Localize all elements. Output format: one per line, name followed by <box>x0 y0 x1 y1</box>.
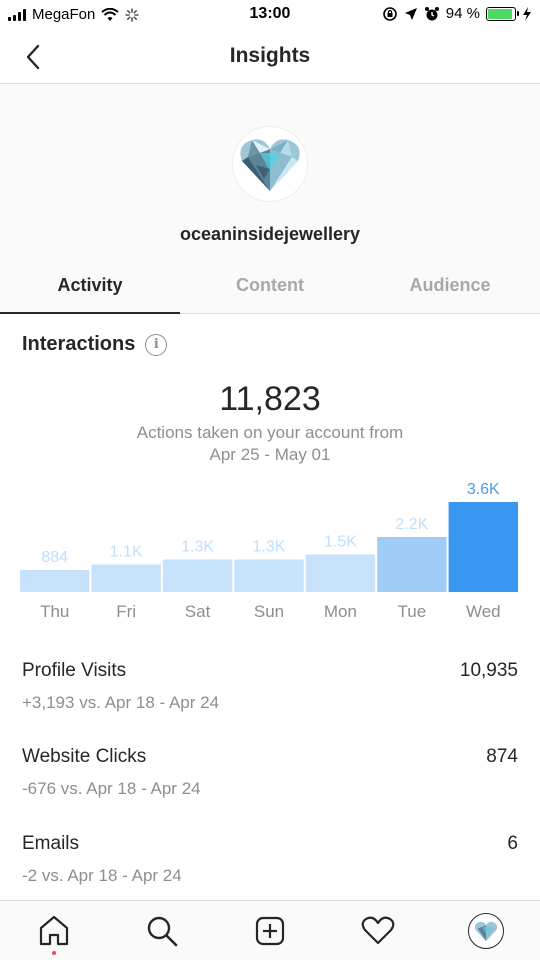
profile-avatar-icon <box>468 912 504 949</box>
metric-comparison: -676 vs. Apr 18 - Apr 24 <box>22 779 201 798</box>
chart-value-label: 2.2K <box>395 516 428 533</box>
chart-bar-sat[interactable] <box>162 559 233 593</box>
add-post-icon <box>255 916 285 945</box>
metric-value: 874 <box>486 746 518 767</box>
metric-comparison: +3,193 vs. Apr 18 - Apr 24 <box>22 693 220 712</box>
home-icon <box>39 915 69 945</box>
battery-icon <box>486 6 519 21</box>
metric-comparison: -2 vs. Apr 18 - Apr 24 <box>22 866 182 885</box>
nav-home[interactable] <box>24 903 84 959</box>
chart-day-label: Wed <box>466 602 501 621</box>
heart-icon <box>361 916 395 944</box>
metric-website-clicks[interactable]: Website Clicks 874 -676 vs. Apr 18 - Apr… <box>22 746 518 826</box>
alarm-icon <box>424 6 439 20</box>
diamond-heart-logo <box>240 139 300 191</box>
chart-value-label: 1.5K <box>324 534 357 551</box>
chart-day-label: Thu <box>40 602 69 621</box>
location-icon <box>404 7 417 20</box>
interactions-subtitle-line1: Actions taken on your account from <box>136 423 404 442</box>
chart-bar-sun[interactable] <box>234 559 304 593</box>
interactions-total: 11,823 <box>219 380 321 418</box>
chart-day-label: Sun <box>254 602 284 621</box>
chart-value-label: 1.3K <box>253 539 286 556</box>
tab-audience[interactable]: Audience <box>360 258 540 313</box>
profile-avatar <box>232 126 308 202</box>
nav-new-post[interactable] <box>240 903 300 959</box>
chart-day-label: Mon <box>324 602 357 621</box>
interactions-date-range: Apr 25 - May 01 <box>209 445 331 464</box>
notification-dot <box>52 950 56 955</box>
metric-value: 10,935 <box>459 660 518 681</box>
status-bar: MegaFon 13:00 94 % <box>0 0 540 30</box>
search-icon <box>147 916 178 946</box>
chart-bar-tue[interactable] <box>377 537 447 592</box>
nav-profile[interactable] <box>456 903 516 959</box>
chart-value-label: 3.6K <box>467 481 500 498</box>
chart-day-label: Fri <box>116 602 136 621</box>
chart-bar-fri[interactable] <box>91 564 161 593</box>
navigation-header: Insights <box>0 30 540 84</box>
metric-label: Website Clicks <box>22 746 147 767</box>
charging-bolt-icon <box>523 6 531 21</box>
metric-label: Profile Visits <box>22 660 127 681</box>
profile-username: oceaninsidejewellery <box>179 224 361 244</box>
chart-bar-thu[interactable] <box>20 569 90 592</box>
chart-day-label: Sat <box>185 602 211 621</box>
chart-day-label: Tue <box>398 602 427 621</box>
nav-activity[interactable] <box>348 903 408 959</box>
interactions-subtitle: Actions taken on your account from Apr 2… <box>0 422 540 466</box>
diamond-heart-logo <box>474 921 498 941</box>
metric-value: 6 <box>507 833 518 854</box>
tab-content[interactable]: Content <box>180 258 360 313</box>
battery-percent: 94 % <box>445 5 480 22</box>
nav-search[interactable] <box>132 903 192 959</box>
metric-profile-visits[interactable]: Profile Visits 10,935 +3,193 vs. Apr 18 … <box>22 660 518 740</box>
interactions-heading: Interactions i <box>22 333 168 356</box>
chart-value-label: 884 <box>41 549 68 566</box>
metric-label: Emails <box>22 833 80 854</box>
battery-fill <box>488 8 513 19</box>
status-right: 94 % <box>382 5 532 22</box>
insights-tabs: Activity Content Audience <box>0 258 540 314</box>
chart-value-label: 1.3K <box>181 539 214 556</box>
page-title: Insights <box>229 44 311 67</box>
interactions-title: Interactions <box>22 333 136 355</box>
chart-bar-wed[interactable] <box>448 502 518 592</box>
interactions-bar-chart: 884 Thu 1.1K Fri 1.3K Sat 1.3K Sun 1.5K Mon 2.2K Tu… <box>20 481 518 621</box>
screen-lock-icon <box>382 6 397 21</box>
chart-value-label: 1.1K <box>110 544 143 561</box>
tab-activity[interactable]: Activity <box>0 258 180 314</box>
bottom-navigation <box>0 900 540 960</box>
chart-bar-mon[interactable] <box>305 554 376 593</box>
info-icon[interactable]: i <box>145 333 168 356</box>
